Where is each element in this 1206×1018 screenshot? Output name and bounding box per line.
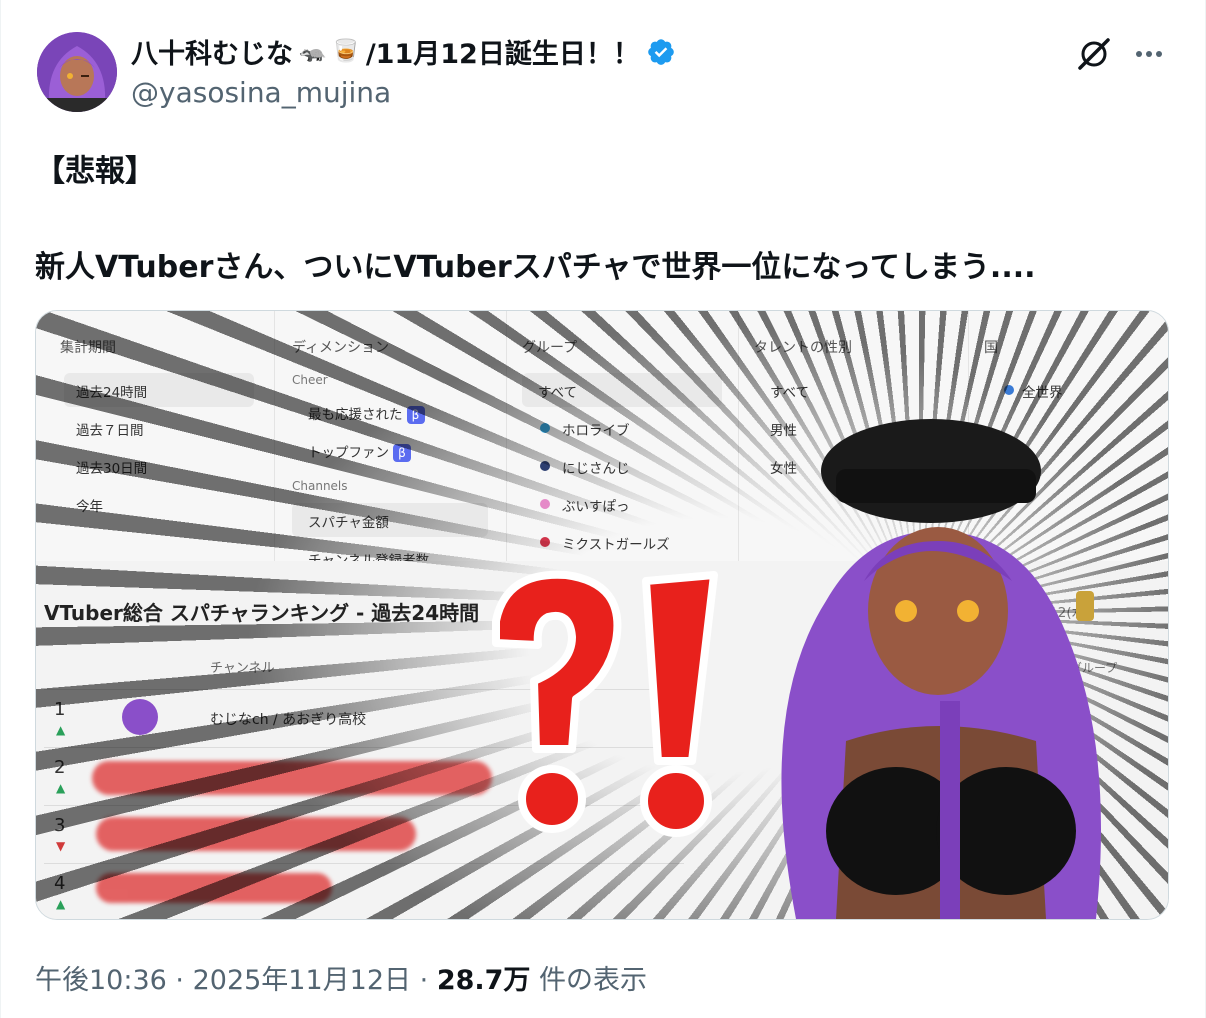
author-name-suffix[interactable]: /11月12日誕生日！！	[366, 32, 640, 71]
beta-badge: β	[406, 406, 425, 424]
rank-up-icon: ▲	[56, 781, 66, 795]
dimension-option[interactable]: 最も応援された β	[308, 403, 425, 424]
dimension-heading: ディメンション	[292, 340, 390, 356]
grok-icon[interactable]	[1074, 34, 1114, 74]
tweet-meta: 午後10:36 · 2025年11月12日 · 28.7万 件の表示	[35, 958, 647, 997]
ranking-title: VTuber総合 スパチャランキング - 過去24時間	[44, 601, 480, 625]
period-option[interactable]: 今年	[76, 495, 103, 515]
dimension-option-label: トップファン	[308, 445, 389, 461]
period-option[interactable]: 過去30日間	[76, 457, 147, 477]
period-heading: 集計期間	[60, 340, 116, 356]
group-option[interactable]: ぶいすぽっ	[562, 495, 630, 515]
rank-up-icon: ▲	[56, 897, 66, 911]
author-display-name[interactable]: 八十科むじな	[131, 32, 293, 71]
rank-number: 1	[54, 699, 66, 720]
author-avatar[interactable]	[37, 32, 117, 112]
redaction-scribble	[96, 873, 332, 903]
country-heading: 国	[984, 340, 998, 356]
view-count: 28.7万	[436, 965, 531, 996]
dimension-option[interactable]: トップファン β	[308, 441, 411, 462]
exclamation-overlay-icon	[492, 570, 718, 837]
group-option[interactable]: ミクストガールズ	[562, 533, 670, 553]
group-column: グループ すべて ホロライブ にじさんじ ぶいすぽっ ミクストガールズ	[506, 311, 739, 561]
view-count-label: 件の表示	[539, 965, 648, 996]
gender-option[interactable]: すべて	[770, 381, 809, 401]
dimension-option[interactable]: スパチャ金額	[308, 511, 389, 531]
rank1-channel-name[interactable]: むじなch / あおぎり高校	[210, 709, 366, 729]
tweet-text-line-1: 【悲報】	[35, 154, 155, 189]
period-option[interactable]: 過去７日間	[76, 419, 144, 439]
ranking-column-channel: チャンネル	[210, 661, 275, 676]
rank-down-icon: ▼	[56, 839, 66, 853]
beta-badge: β	[393, 444, 411, 462]
group-option[interactable]: ホロライブ	[562, 419, 630, 439]
tweet-media-image[interactable]: 集計期間 過去24時間 過去７日間 過去30日間 今年 ディメンション Chee…	[35, 310, 1169, 920]
group-option[interactable]: すべて	[538, 381, 577, 401]
rank-up-icon: ▲	[56, 723, 66, 737]
dimension-column: ディメンション Cheer 最も応援された β トップファン β Channels …	[274, 311, 507, 569]
vtuber-character-illustration	[781, 419, 1101, 919]
redaction-scribble	[96, 817, 416, 851]
rank-number: 3	[54, 815, 66, 836]
tweet-container: 八十科むじな 🦡 🥃 /11月12日誕生日！！ @yasosina_mujina…	[0, 0, 1206, 1018]
tweet-date[interactable]: 2025年11月12日	[193, 965, 411, 996]
rank-number: 4	[54, 873, 66, 894]
author-name-row[interactable]: 八十科むじな 🦡 🥃 /11月12日誕生日！！	[131, 32, 676, 71]
author-handle[interactable]: @yasosina_mujina	[131, 76, 391, 109]
dimension-sub-cheer: Cheer	[292, 373, 328, 387]
tweet-time[interactable]: 午後10:36	[35, 965, 167, 996]
period-column: 集計期間 過去24時間 過去７日間 過去30日間 今年	[36, 311, 275, 561]
gender-heading: タレントの性別	[754, 340, 852, 356]
meta-separator: ·	[419, 965, 429, 996]
period-option[interactable]: 過去24時間	[76, 381, 147, 401]
meta-separator: ·	[175, 965, 184, 996]
country-option[interactable]: 全世界	[1022, 381, 1063, 401]
dimension-sub-channels: Channels	[292, 479, 348, 493]
dimension-option-label: 最も応援された	[308, 407, 403, 423]
whisky-emoji-icon: 🥃	[332, 39, 360, 64]
rank-number: 2	[54, 757, 66, 778]
more-options-icon[interactable]	[1129, 36, 1169, 72]
channel-avatar[interactable]	[122, 699, 158, 735]
group-option[interactable]: にじさんじ	[562, 457, 630, 477]
tweet-text-line-2: 新人VTuberさん、ついにVTuberスパチャで世界一位になってしまう....	[35, 250, 1036, 285]
redaction-scribble	[92, 761, 492, 795]
verified-badge-icon[interactable]	[646, 37, 676, 67]
group-heading: グループ	[522, 340, 578, 356]
badger-emoji-icon: 🦡	[299, 39, 327, 64]
